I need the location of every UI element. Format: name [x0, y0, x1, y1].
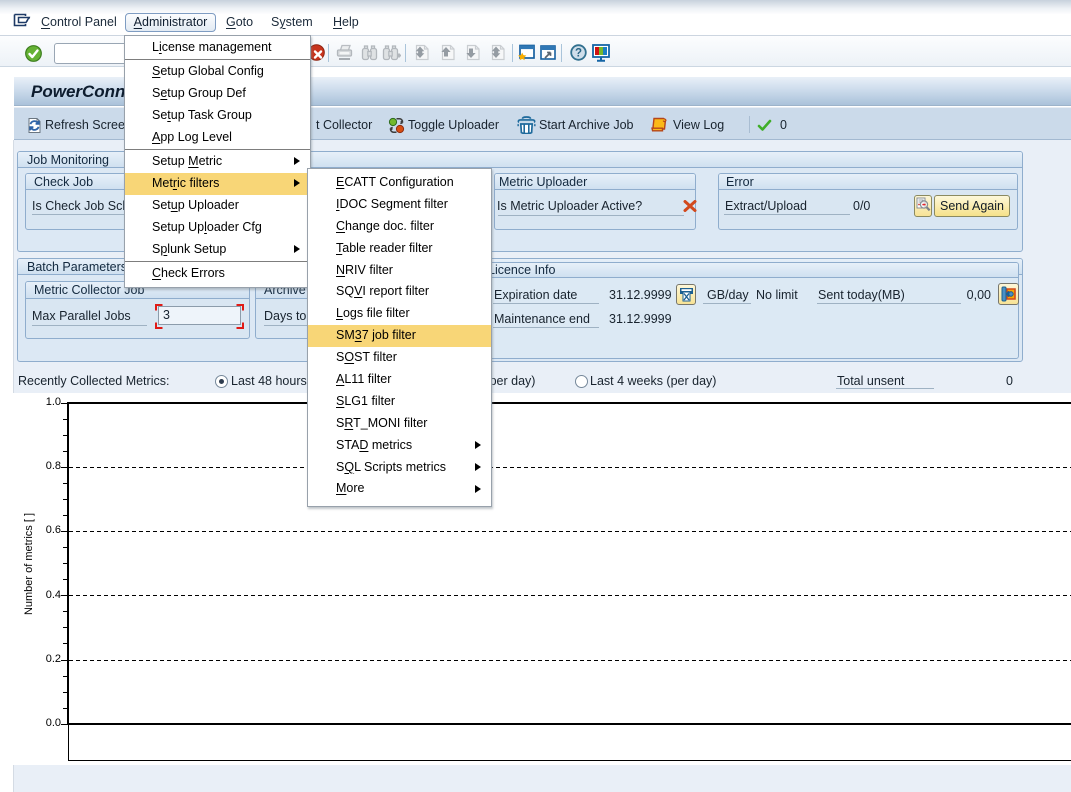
- svg-text:?: ?: [575, 48, 582, 60]
